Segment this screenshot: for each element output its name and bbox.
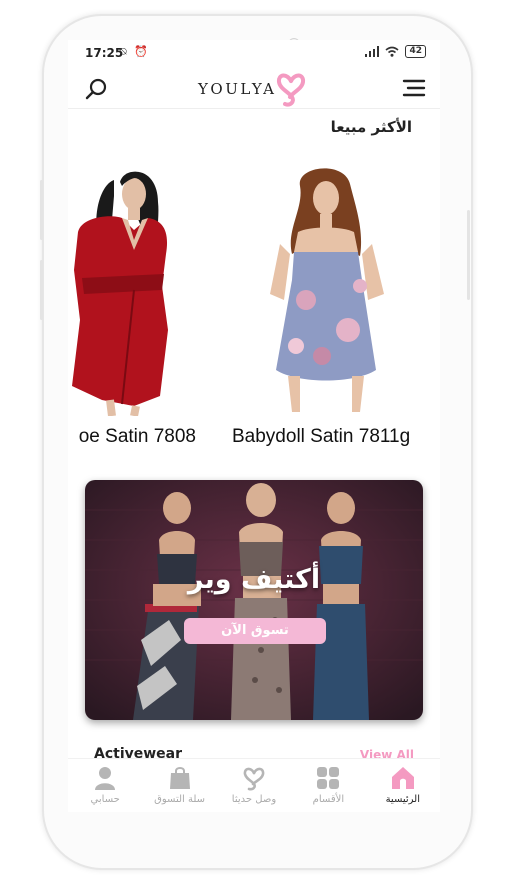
categories-icon bbox=[317, 767, 340, 789]
search-button[interactable] bbox=[84, 76, 110, 102]
search-icon bbox=[85, 78, 107, 100]
best-sellers-title: الأكثر مبيعا bbox=[330, 118, 412, 136]
banner-title: أكتيف وير bbox=[187, 564, 321, 595]
product-image bbox=[226, 160, 426, 416]
nav-new-arrivals[interactable]: وصل حديثا bbox=[217, 759, 291, 812]
bottom-navigation: الرئيسية الأقسام وصل حديثا سلة التسوق حس… bbox=[68, 758, 440, 812]
shop-now-button[interactable]: تسوق الآن bbox=[184, 618, 326, 644]
nav-home-label: الرئيسية bbox=[385, 794, 421, 805]
wifi-icon bbox=[385, 46, 399, 57]
product-name: oe Satin 7808 bbox=[78, 426, 196, 447]
nav-categories-label: الأقسام bbox=[312, 794, 345, 805]
phone-side-button bbox=[40, 180, 43, 240]
home-icon bbox=[391, 767, 414, 789]
brand-logo[interactable]: YOULYA bbox=[198, 72, 306, 107]
product-image bbox=[68, 160, 214, 416]
top-bar: YOULYA bbox=[68, 68, 440, 109]
menu-button[interactable] bbox=[402, 78, 426, 98]
activewear-banner[interactable]: أكتيف وير تسوق الآن bbox=[85, 480, 423, 720]
hamburger-menu-icon bbox=[402, 79, 426, 97]
shopping-bag-icon bbox=[169, 767, 190, 789]
heart-logo-icon bbox=[277, 73, 306, 107]
product-card[interactable]: oe Satin 7808 bbox=[68, 160, 214, 456]
user-icon bbox=[95, 767, 116, 790]
status-time: 17:25 bbox=[85, 46, 124, 60]
alarm-icon: ⏰ bbox=[134, 45, 150, 58]
nav-home[interactable]: الرئيسية bbox=[366, 759, 440, 812]
product-card[interactable]: Babydoll Satin 7811g bbox=[226, 160, 426, 456]
status-right: 42 bbox=[365, 45, 426, 58]
nav-categories[interactable]: الأقسام bbox=[291, 759, 365, 812]
app-screen: 17:25 ⍉ ⏰ 42 YOULYA الأكثر مبيعا oe Sati… bbox=[68, 40, 440, 812]
nav-account[interactable]: حسابي bbox=[68, 759, 142, 812]
phone-side-button bbox=[467, 210, 470, 300]
product-name: Babydoll Satin 7811g bbox=[232, 426, 411, 447]
nav-account-label: حسابي bbox=[90, 794, 120, 805]
mute-icon: ⍉ bbox=[120, 45, 129, 58]
phone-side-button bbox=[40, 260, 43, 320]
nav-new-arrivals-label: وصل حديثا bbox=[231, 794, 277, 805]
brand-name: YOULYA bbox=[198, 80, 277, 98]
signal-icon bbox=[365, 46, 380, 57]
status-icons: ⍉ ⏰ bbox=[120, 45, 150, 59]
nav-cart[interactable]: سلة التسوق bbox=[142, 759, 216, 812]
banner-image bbox=[85, 480, 423, 720]
nav-cart-label: سلة التسوق bbox=[154, 794, 206, 805]
battery-icon: 42 bbox=[405, 45, 426, 58]
heart-logo-icon bbox=[243, 767, 265, 791]
